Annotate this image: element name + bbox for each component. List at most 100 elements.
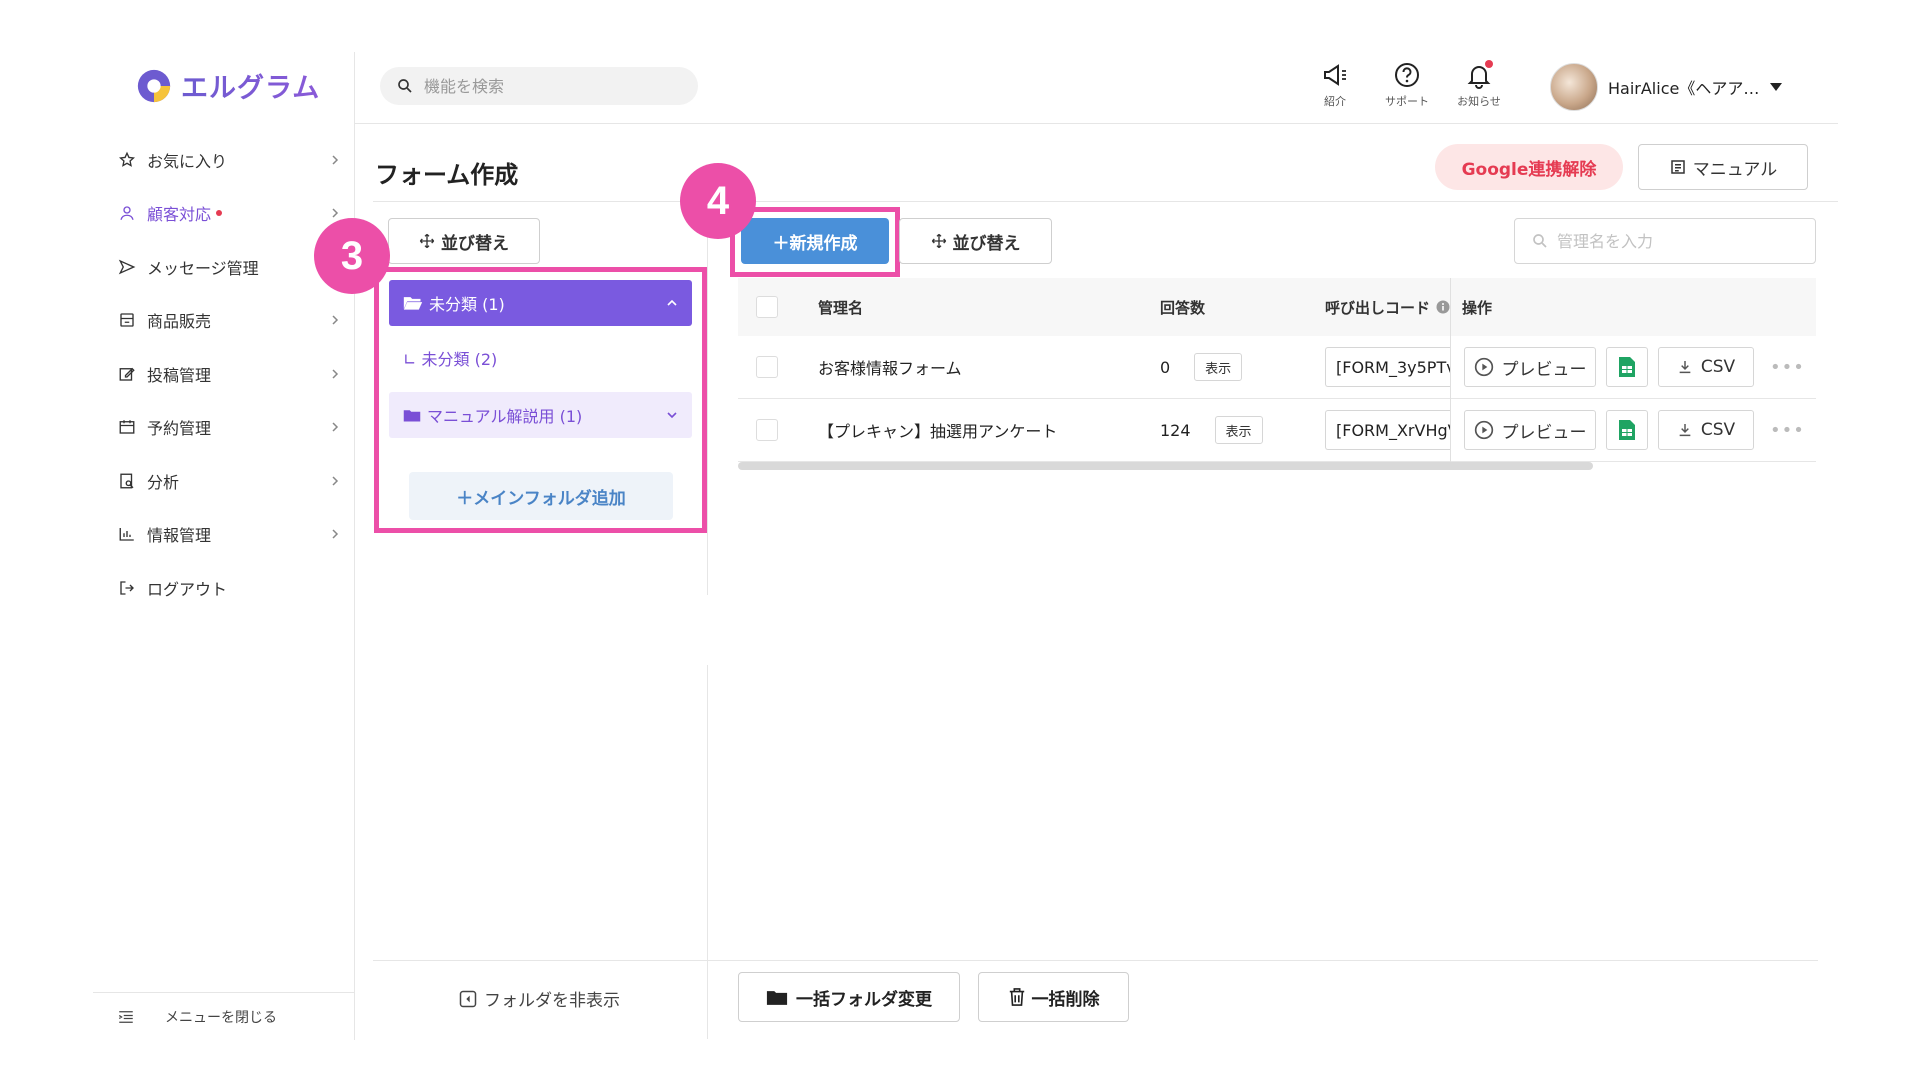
sidebar-item-label: 分析 (147, 472, 180, 492)
edit-icon (117, 364, 137, 384)
preview-label: プレビュー (1501, 422, 1587, 443)
more-options-icon[interactable]: ••• (1770, 420, 1805, 441)
more-options-icon[interactable]: ••• (1770, 357, 1805, 378)
folder-sort-button[interactable]: 並び替え (388, 218, 540, 264)
sidebar-item-label: ログアウト (147, 579, 228, 599)
show-answers-button[interactable]: 表示 (1194, 353, 1243, 381)
header-icons: 紹介 サポート お知らせ (1310, 60, 1504, 109)
close-menu-button[interactable]: メニューを閉じる (93, 992, 355, 1040)
star-icon (117, 150, 137, 170)
hide-folder-label: フォルダを非表示 (484, 991, 620, 1011)
sidebar-item-logout[interactable]: ログアウト (93, 561, 355, 615)
sidebar-item-analysis[interactable]: 分析 (93, 454, 355, 508)
show-answers-button[interactable]: 表示 (1214, 416, 1263, 444)
chevron-right-icon (332, 208, 339, 218)
close-menu-label: メニューを閉じる (165, 1009, 277, 1026)
preview-button[interactable]: プレビュー (1464, 410, 1596, 450)
subfolder-uncategorized[interactable]: ∟ 未分類 (2) (403, 346, 497, 370)
notification-dot (216, 210, 223, 217)
create-new-button[interactable]: ＋新規作成 (741, 218, 889, 264)
preview-button[interactable]: プレビュー (1464, 347, 1596, 387)
call-code-field[interactable]: [FORM_3y5PTv (1325, 347, 1450, 387)
table-header: 管理名 回答数 呼び出しコード 操作 (738, 278, 1816, 336)
info-icon[interactable] (1436, 300, 1450, 314)
form-table: 管理名 回答数 呼び出しコード 操作 お客様情報フォーム 0 表示 [FORM_… (738, 278, 1816, 462)
csv-label: CSV (1700, 420, 1736, 440)
avatar (1550, 63, 1598, 111)
csv-download-button[interactable]: CSV (1658, 410, 1754, 450)
form-sort-label: 並び替え (952, 233, 1021, 254)
intro-button[interactable]: 紹介 (1310, 60, 1360, 109)
folder-icon (403, 409, 421, 421)
chevron-up-icon (667, 299, 677, 306)
sidebar-item-label: 顧客対応 (147, 205, 212, 225)
chart-icon (117, 524, 137, 544)
intro-label: 紹介 (1324, 95, 1346, 108)
feature-search (380, 67, 698, 105)
select-all-checkbox[interactable] (756, 296, 778, 318)
support-label: サポート (1385, 95, 1429, 108)
answer-count: 124 表示 (1160, 416, 1263, 444)
page-title: フォーム作成 (375, 161, 519, 189)
chevron-right-icon (332, 529, 339, 539)
manual-label: マニュアル (1692, 159, 1778, 180)
sidebar-item-posts[interactable]: 投稿管理 (93, 347, 355, 401)
folder-manual-guide[interactable]: マニュアル解説用 (1) (389, 392, 692, 438)
footer-divider (373, 960, 1818, 961)
google-unlink-button[interactable]: Google連携解除 (1435, 144, 1623, 190)
menu-collapse-icon (118, 1010, 133, 1023)
header-name: 管理名 (818, 298, 864, 317)
bulk-move-label: 一括フォルダ変更 (796, 989, 932, 1010)
support-button[interactable]: サポート (1382, 60, 1432, 109)
folder-uncategorized[interactable]: 未分類 (1) (389, 280, 692, 326)
megaphone-icon (1324, 64, 1346, 86)
manual-button[interactable]: マニュアル (1638, 144, 1808, 190)
spreadsheet-button[interactable] (1606, 347, 1648, 387)
call-code-field[interactable]: [FORM_XrVHgV (1325, 410, 1450, 450)
sidebar-item-favorites[interactable]: お気に入り (93, 133, 355, 187)
play-circle-icon (1474, 357, 1493, 377)
bulk-delete-button[interactable]: 一括削除 (978, 972, 1129, 1022)
management-name-search (1514, 218, 1816, 264)
folder-open-icon (403, 297, 423, 310)
answer-count-value: 0 (1160, 357, 1171, 377)
bulk-folder-change-button[interactable]: 一括フォルダ変更 (738, 972, 960, 1022)
row-actions: プレビュー CSV ••• (1464, 410, 1805, 450)
page-divider (373, 201, 1838, 202)
header-code-label: 呼び出しコード (1325, 298, 1431, 317)
trash-icon (1009, 988, 1024, 1006)
sidebar-item-sales[interactable]: 商品販売 (93, 294, 355, 348)
sidebar-item-reservations[interactable]: 予約管理 (93, 401, 355, 455)
person-icon (117, 203, 137, 223)
row-checkbox[interactable] (756, 356, 778, 378)
sidebar-nav: お気に入り 顧客対応 メッセージ管理 商品販売 投稿管理 予約管理 分析 情報管… (93, 133, 355, 615)
csv-download-button[interactable]: CSV (1658, 347, 1754, 387)
ops-column-divider (1450, 278, 1451, 462)
header-divider (355, 123, 1838, 124)
download-icon (1679, 424, 1691, 437)
hide-folder-button[interactable]: フォルダを非表示 (458, 986, 620, 1011)
search-icon (398, 79, 412, 93)
spreadsheet-button[interactable] (1606, 410, 1648, 450)
form-sort-button[interactable]: 並び替え (899, 218, 1052, 264)
step-marker-3: 3 (314, 218, 390, 294)
feature-search-input[interactable] (424, 76, 664, 96)
send-icon (117, 257, 137, 277)
chevron-down-icon (667, 412, 677, 419)
sidebar-item-label: 情報管理 (147, 526, 212, 546)
add-main-folder-button[interactable]: ＋メインフォルダ追加 (409, 472, 673, 520)
row-checkbox[interactable] (756, 419, 778, 441)
app-logo[interactable]: エルグラム (135, 66, 320, 105)
sidebar-item-customer[interactable]: 顧客対応 (93, 187, 355, 241)
divider-gap (706, 595, 709, 665)
table-row: お客様情報フォーム 0 表示 [FORM_3y5PTv プレビュー CSV ••… (738, 336, 1816, 399)
horizontal-scrollbar[interactable] (738, 462, 1593, 470)
news-button[interactable]: お知らせ (1454, 60, 1504, 109)
sidebar-item-info[interactable]: 情報管理 (93, 508, 355, 562)
account-name: HairAlice《ヘアア… (1608, 79, 1760, 98)
account-menu[interactable]: HairAlice《ヘアア… (1550, 63, 1783, 111)
management-name-input[interactable] (1557, 231, 1807, 251)
download-icon (1679, 361, 1691, 374)
csv-label: CSV (1700, 357, 1736, 377)
spreadsheet-icon (1619, 420, 1635, 440)
